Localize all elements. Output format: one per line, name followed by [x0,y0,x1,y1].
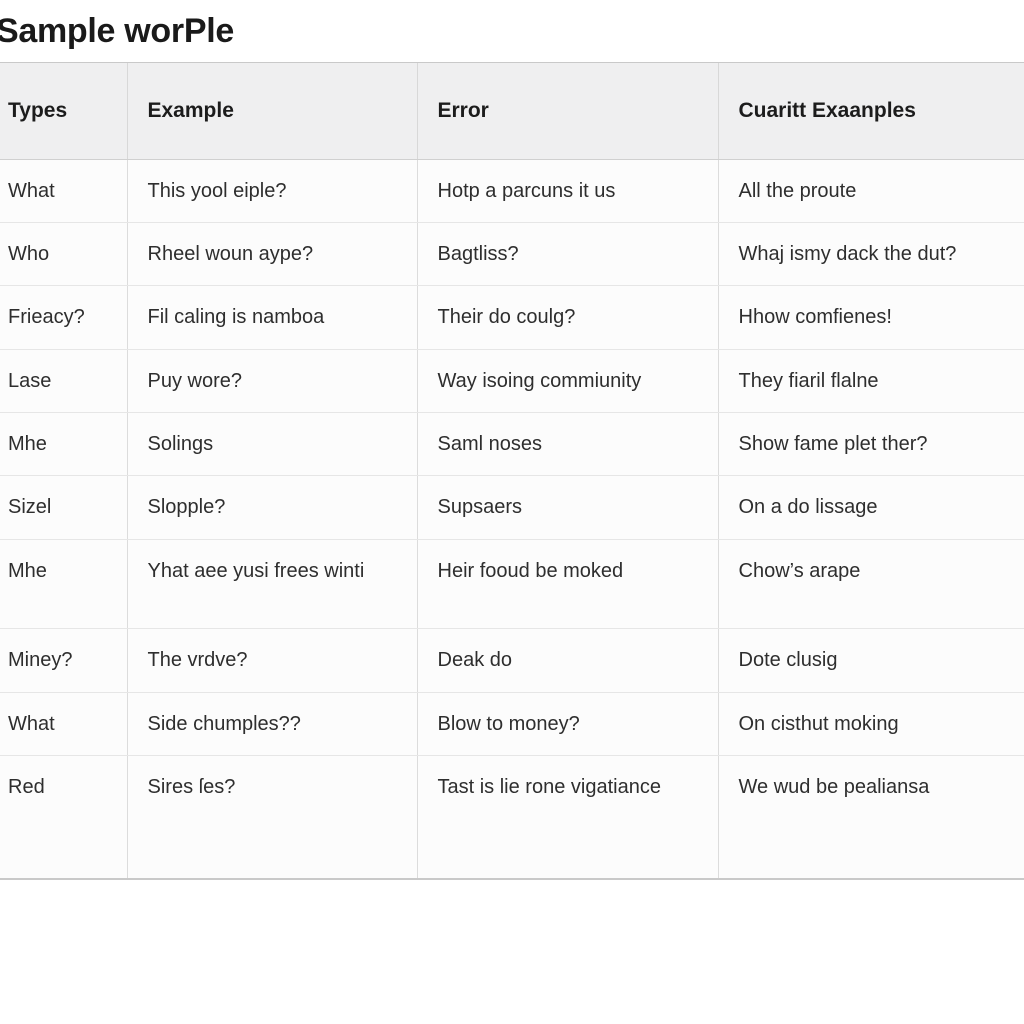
table-row[interactable]: What Side chumples?? Blow to money? On cist… [0,692,1024,757]
table-cell-type: Red [0,755,128,879]
column-header-error[interactable]: Error [417,63,719,160]
table-cell-current: All the proute [718,159,1024,223]
table-cell-error: Supsaers [417,475,719,540]
table-cell-type: What [0,159,128,223]
table-cell-current: Chow’s arape [718,539,1024,630]
table-container: Types Example Error Cuaritt Exaanples Wh… [0,62,1024,881]
table-cell-error: Hotp a parcuns it us [417,159,719,223]
table-cell-current: Whaj ismy dack the dut? [718,222,1024,287]
table-cell-example: Sires ſes? [127,755,418,879]
table-cell-example: Yhat aee yusi frees winti [127,539,418,630]
table-cell-type: Lase [0,349,128,414]
table-row[interactable]: Sizel Slopple? Supsaers On a do lissage [0,475,1024,540]
table-cell-example: Fil caling is namboa [127,285,418,350]
table-row[interactable]: Mhe Yhat aee yusi frees winti Heir fooud b… [0,539,1024,630]
table-row[interactable]: What This yool eiple? Hotp a parcuns it us… [0,159,1024,223]
column-header-types[interactable]: Types [0,63,128,160]
table-row[interactable]: Miney? The vrdve? Deak do Dote clusig [0,628,1024,693]
table-cell-error: Heir fooud be moked [417,539,719,630]
table-cell-example: Side chumples?? [127,692,418,757]
table-header: Types Example Error Cuaritt Exaanples [0,63,1024,160]
page-root: Sample worPle Types Example Error Cuarit… [0,0,1024,1024]
table-cell-current: We wud be pealiansa [718,755,1024,879]
data-table: Types Example Error Cuaritt Exaanples Wh… [0,63,1024,879]
table-cell-example: Puy wore? [127,349,418,414]
table-cell-current: Show fame plet ther? [718,412,1024,477]
table-cell-error: Bagtliss? [417,222,719,287]
header-row: Types Example Error Cuaritt Exaanples [0,63,1024,160]
table-cell-error: Way isoing commiunity [417,349,719,414]
table-row[interactable]: Frieacy? Fil caling is namboa Their do cou… [0,285,1024,350]
column-header-example[interactable]: Example [127,63,418,160]
column-header-current[interactable]: Cuaritt Exaanples [718,63,1024,160]
table-cell-type: Mhe [0,539,128,630]
table-cell-example: Slopple? [127,475,418,540]
table-cell-example: Rheel woun aype? [127,222,418,287]
table-cell-type: Mhe [0,412,128,477]
table-row[interactable]: Red Sires ſes? Tast is lie rone vigatiance… [0,755,1024,879]
table-row[interactable]: Who Rheel woun aype? Bagtliss? Whaj ismy da… [0,222,1024,287]
table-cell-current: Dote clusig [718,628,1024,693]
table-body: What This yool eiple? Hotp a parcuns it us… [0,159,1024,879]
table-cell-current: On a do lissage [718,475,1024,540]
table-cell-example: This yool eiple? [127,159,418,223]
table-cell-type: Frieacy? [0,285,128,350]
page-title: Sample worPle [0,12,234,50]
table-cell-error: Blow to money? [417,692,719,757]
table-row[interactable]: Mhe Solings Saml noses Show fame plet ther? [0,412,1024,477]
table-cell-current: On cisthut moking [718,692,1024,757]
table-cell-type: Sizel [0,475,128,540]
title-bar: Sample worPle [0,0,1024,62]
table-cell-error: Tast is lie rone vigatiance [417,755,719,879]
table-cell-type: Miney? [0,628,128,693]
table-cell-current: Hhow comfienes! [718,285,1024,350]
table-cell-error: Saml noses [417,412,719,477]
table-cell-example: The vrdve? [127,628,418,693]
table-cell-error: Deak do [417,628,719,693]
table-cell-type: What [0,692,128,757]
table-cell-error: Their do coulg? [417,285,719,350]
table-cell-current: They fiaril flalne [718,349,1024,414]
table-row[interactable]: Lase Puy wore? Way isoing commiunity They f… [0,349,1024,414]
table-cell-example: Solings [127,412,418,477]
table-cell-type: Who [0,222,128,287]
